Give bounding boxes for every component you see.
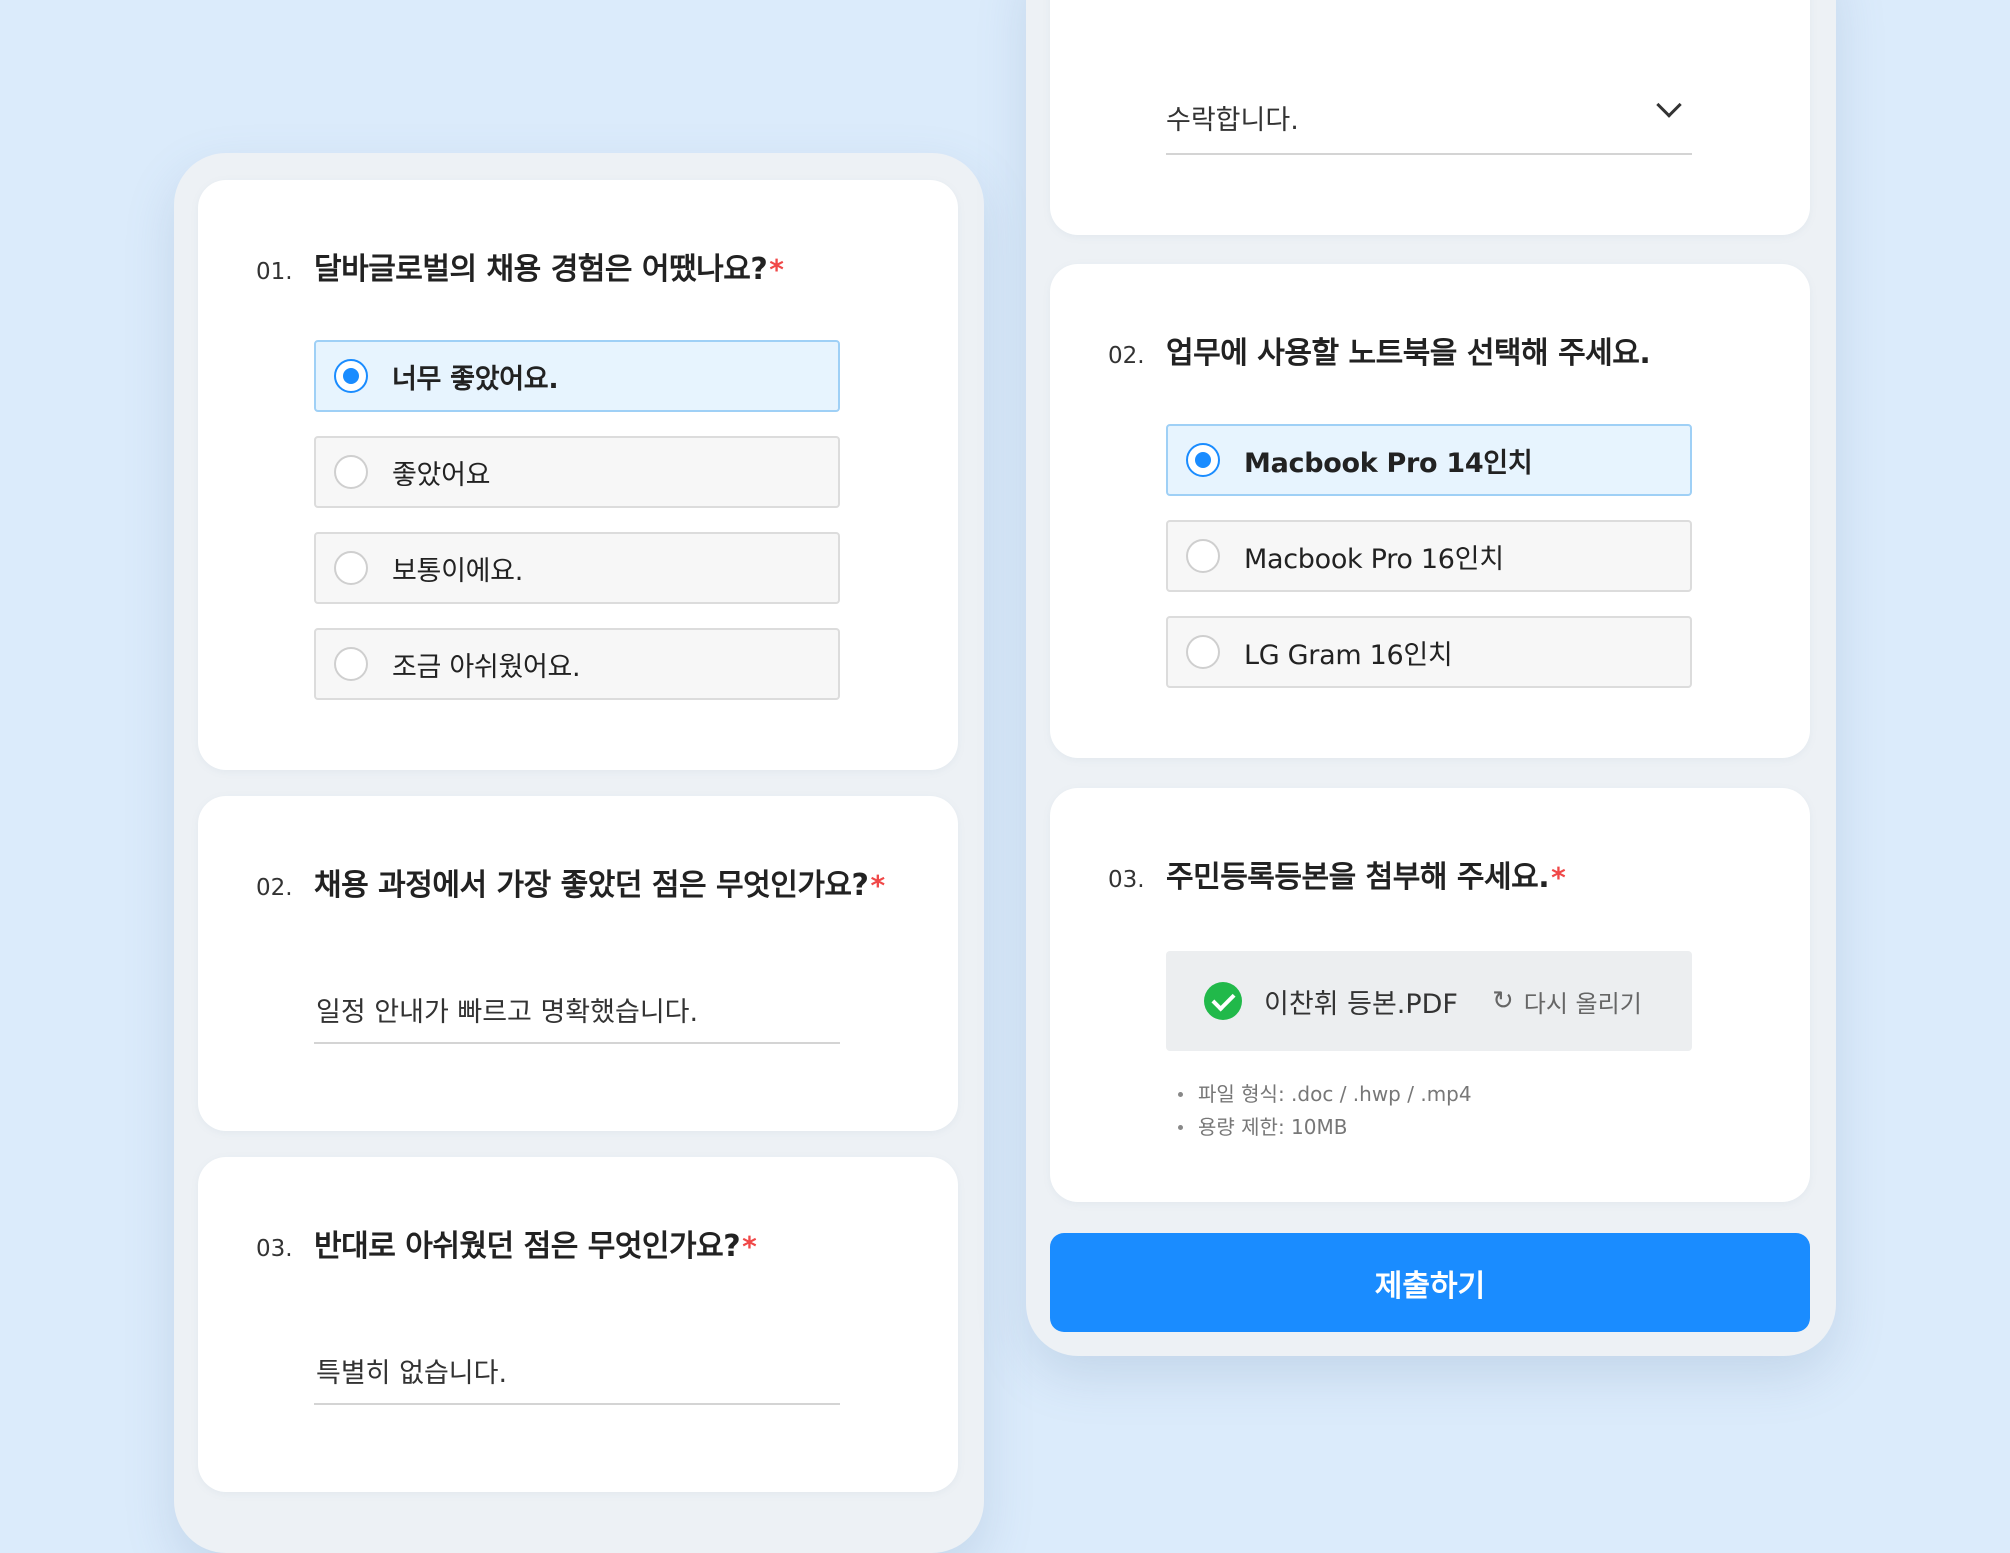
radio-option-disappointing[interactable]: 조금 아쉬웠어요. (314, 628, 840, 700)
option-label: 너무 좋았어요. (392, 363, 559, 395)
file-size-hint: 용량 제한: 10MB (1166, 1111, 1472, 1144)
question-text: 주민등록등본을 첨부해 주세요. (1166, 860, 1550, 895)
question-card-3: 03. 반대로 아쉬웠던 점은 무엇인가요? * 특별히 없습니다. (198, 1157, 958, 1492)
file-hint-list: 파일 형식: .doc / .hwp / .mp4 용량 제한: 10MB (1166, 1078, 1472, 1144)
radio-empty-icon (1186, 539, 1220, 573)
file-format-hint: 파일 형식: .doc / .hwp / .mp4 (1166, 1078, 1472, 1111)
option-label: LG Gram 16인치 (1244, 639, 1453, 671)
reupload-label: 다시 올리기 (1523, 989, 1642, 1018)
required-mark: * (769, 253, 784, 286)
question-number: 03. (256, 1236, 293, 1262)
radio-option-lg-gram[interactable]: LG Gram 16인치 (1166, 616, 1692, 688)
radio-empty-icon (334, 647, 368, 681)
uploaded-file-name: 이찬휘 등본.PDF (1264, 988, 1458, 1020)
question-title: 03. 주민등록등본을 첨부해 주세요. * (1108, 852, 1566, 896)
question-title: 02. 채용 과정에서 가장 좋았던 점은 무엇인가요? * (256, 860, 885, 904)
radio-option-macbook-14[interactable]: Macbook Pro 14인치 (1166, 424, 1692, 496)
answer-text: 일정 안내가 빠르고 명확했습니다. (316, 997, 699, 1028)
question-card-upload: 03. 주민등록등본을 첨부해 주세요. * 이찬휘 등본.PDF ↻ 다시 올… (1050, 788, 1810, 1202)
radio-empty-icon (334, 455, 368, 489)
radio-selected-icon (334, 359, 368, 393)
question-card-2: 02. 채용 과정에서 가장 좋았던 점은 무엇인가요? * 일정 안내가 빠르… (198, 796, 958, 1131)
answer-text: 특별히 없습니다. (316, 1358, 508, 1389)
required-mark: * (870, 869, 886, 902)
question-number: 02. (256, 875, 293, 901)
question-card-1: 01. 달바글로벌의 채용 경험은 어땠나요? * 너무 좋았어요. 좋았어요 … (198, 180, 958, 770)
option-label: 좋았어요 (392, 459, 491, 491)
option-label: 보통이에요. (392, 555, 523, 587)
right-survey-panel: 수락합니다. 02. 업무에 사용할 노트북을 선택해 주세요. Macbook… (1026, 0, 1836, 1356)
required-mark: * (742, 1230, 757, 1263)
consent-card: 수락합니다. (1050, 0, 1810, 235)
left-survey-panel: 01. 달바글로벌의 채용 경험은 어땠나요? * 너무 좋았어요. 좋았어요 … (174, 153, 984, 1553)
radio-empty-icon (1186, 635, 1220, 669)
question-text: 채용 과정에서 가장 좋았던 점은 무엇인가요? (314, 868, 869, 903)
consent-select[interactable]: 수락합니다. (1166, 90, 1692, 155)
required-mark: * (1551, 861, 1566, 894)
question-title: 02. 업무에 사용할 노트북을 선택해 주세요. (1108, 328, 1651, 372)
question-card-laptop: 02. 업무에 사용할 노트북을 선택해 주세요. Macbook Pro 14… (1050, 264, 1810, 758)
check-circle-icon (1204, 982, 1242, 1020)
answer-input[interactable]: 특별히 없습니다. (314, 1327, 840, 1405)
question-number: 02. (1108, 343, 1145, 369)
question-text: 달바글로벌의 채용 경험은 어땠나요? (314, 252, 768, 287)
question-number: 01. (256, 259, 293, 285)
question-text: 반대로 아쉬웠던 점은 무엇인가요? (314, 1229, 741, 1264)
refresh-icon: ↻ (1491, 986, 1514, 1016)
radio-selected-icon (1186, 443, 1220, 477)
question-number: 03. (1108, 867, 1145, 893)
question-title: 01. 달바글로벌의 채용 경험은 어땠나요? * (256, 244, 784, 288)
radio-option-good[interactable]: 좋았어요 (314, 436, 840, 508)
select-value: 수락합니다. (1166, 105, 1299, 136)
file-upload-box: 이찬휘 등본.PDF ↻ 다시 올리기 (1166, 951, 1692, 1051)
reupload-button[interactable]: ↻ 다시 올리기 (1492, 984, 1642, 1019)
question-title: 03. 반대로 아쉬웠던 점은 무엇인가요? * (256, 1221, 757, 1265)
radio-empty-icon (334, 551, 368, 585)
question-text: 업무에 사용할 노트북을 선택해 주세요. (1166, 336, 1651, 371)
option-label: Macbook Pro 14인치 (1244, 447, 1533, 479)
answer-input[interactable]: 일정 안내가 빠르고 명확했습니다. (314, 966, 840, 1044)
submit-button[interactable]: 제출하기 (1050, 1233, 1810, 1332)
radio-option-very-good[interactable]: 너무 좋았어요. (314, 340, 840, 412)
option-label: 조금 아쉬웠어요. (392, 651, 581, 683)
option-label: Macbook Pro 16인치 (1244, 543, 1504, 575)
chevron-down-icon (1656, 92, 1682, 118)
radio-option-average[interactable]: 보통이에요. (314, 532, 840, 604)
radio-option-macbook-16[interactable]: Macbook Pro 16인치 (1166, 520, 1692, 592)
